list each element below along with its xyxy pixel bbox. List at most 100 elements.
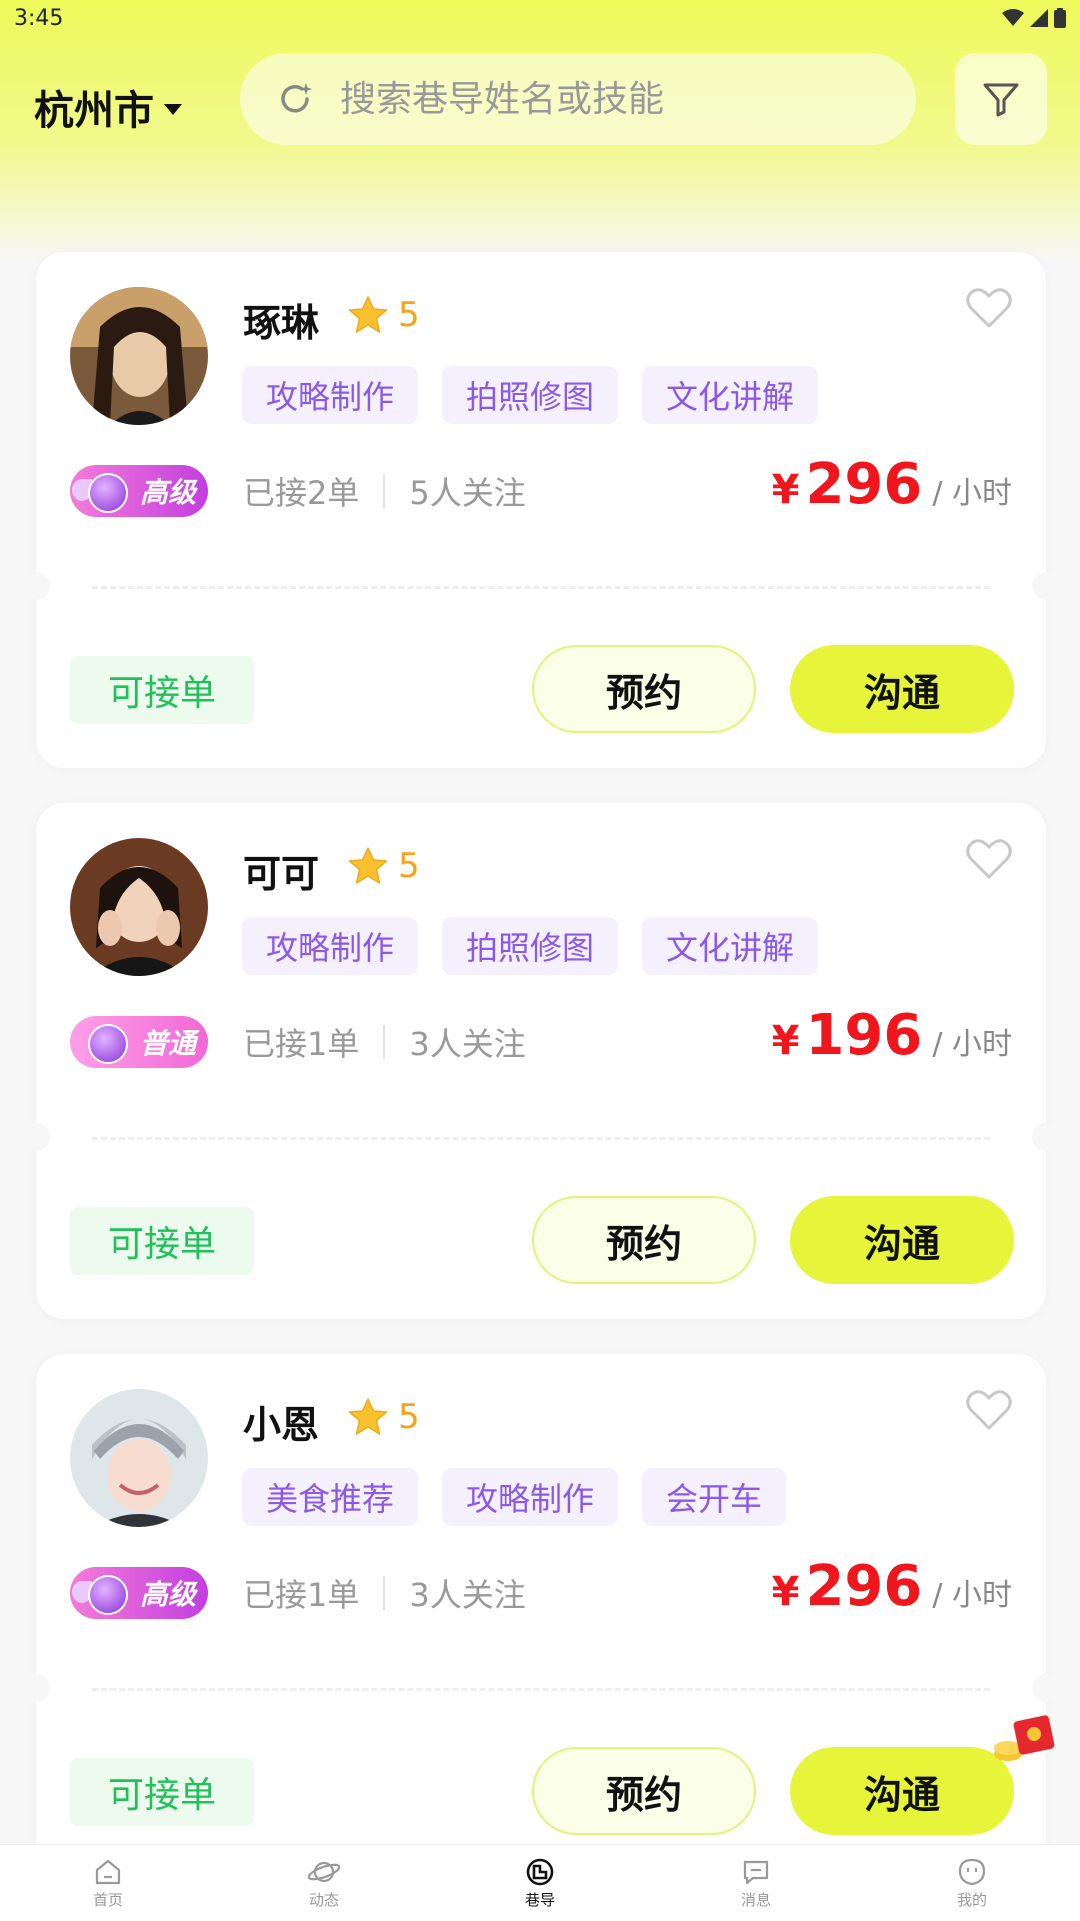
- level-label: 高级: [139, 1578, 196, 1611]
- guide-list: 琢琳 5 攻略制作 拍照修图 文化讲解 高级 已接2单 5人关注 ¥ 296 /…: [22, 252, 1060, 1905]
- tab-label: 动态: [308, 1890, 339, 1909]
- price-unit: / 小时: [932, 476, 1012, 511]
- search-bar[interactable]: [240, 53, 916, 145]
- chat-button[interactable]: 沟通: [790, 1747, 1014, 1835]
- price-unit: / 小时: [932, 1578, 1012, 1613]
- book-button[interactable]: 预约: [532, 645, 756, 733]
- red-packet-icon[interactable]: [992, 1714, 1056, 1766]
- skill-tag: 拍照修图: [442, 917, 619, 975]
- guide-rating: 5: [348, 846, 420, 886]
- search-input[interactable]: [338, 77, 862, 121]
- guide-stats: 已接2单 5人关注: [243, 468, 526, 514]
- star-icon: [348, 1398, 388, 1435]
- status-time: 3:45: [14, 6, 64, 31]
- rating-value: 5: [398, 295, 420, 335]
- message-icon: [743, 1860, 769, 1884]
- guide-stats: 已接1单 3人关注: [243, 1019, 526, 1065]
- price-unit: / 小时: [932, 1027, 1012, 1062]
- status-bar: 3:45: [0, 0, 1080, 36]
- card-notch: [22, 1674, 50, 1702]
- skill-tag: 拍照修图: [442, 366, 619, 424]
- gem-icon: [88, 1024, 128, 1064]
- avatar[interactable]: [70, 1389, 208, 1527]
- card-notch: [22, 572, 50, 600]
- wifi-icon: [1002, 9, 1024, 26]
- city-selector[interactable]: 杭州市: [34, 78, 182, 136]
- order-count: 已接2单: [243, 474, 360, 512]
- guide-card[interactable]: 琢琳 5 攻略制作 拍照修图 文化讲解 高级 已接2单 5人关注 ¥ 296 /…: [22, 252, 1060, 768]
- skill-tags: 攻略制作 拍照修图 文化讲解: [242, 366, 819, 424]
- chat-button[interactable]: 沟通: [790, 1196, 1014, 1284]
- tab-profile[interactable]: 我的: [864, 1845, 1080, 1921]
- gem-icon: [88, 1575, 128, 1615]
- book-button[interactable]: 预约: [532, 1747, 756, 1835]
- guide-card[interactable]: 小恩 5 美食推荐 攻略制作 会开车 高级 已接1单 3人关注 ¥ 296 / …: [22, 1354, 1060, 1870]
- chat-button[interactable]: 沟通: [790, 645, 1014, 733]
- dashed-divider: [92, 1137, 990, 1140]
- planet-icon: [307, 1861, 341, 1882]
- guide-name: 小恩: [243, 1403, 320, 1447]
- skill-tag: 文化讲解: [642, 366, 819, 424]
- availability-badge: 可接单: [70, 656, 254, 724]
- guide-card[interactable]: 可可 5 攻略制作 拍照修图 文化讲解 普通 已接1单 3人关注 ¥ 196 /…: [22, 803, 1060, 1319]
- order-count: 已接1单: [243, 1025, 360, 1063]
- bottom-tab-bar: 首页 动态 巷导 消息 我的: [0, 1844, 1080, 1921]
- card-notch: [22, 1123, 50, 1151]
- level-badge: 高级: [70, 1567, 208, 1619]
- guide-rating: 5: [348, 295, 420, 335]
- card-notch: [1032, 572, 1060, 600]
- skill-tag: 攻略制作: [242, 917, 419, 975]
- divider: [383, 1576, 386, 1610]
- guide-icon: [526, 1858, 554, 1885]
- heart-icon[interactable]: [966, 287, 1012, 333]
- currency-symbol: ¥: [771, 1569, 800, 1615]
- skill-tag: 会开车: [642, 1468, 787, 1526]
- profile-icon: [958, 1858, 986, 1885]
- star-icon: [348, 847, 388, 884]
- guide-name: 琢琳: [243, 301, 320, 345]
- avatar[interactable]: [70, 287, 208, 425]
- price: ¥ 196 / 小时: [772, 1003, 1012, 1068]
- price: ¥ 296 / 小时: [772, 1554, 1012, 1619]
- card-notch: [1032, 1123, 1060, 1151]
- price-amount: 196: [805, 1003, 923, 1068]
- rating-value: 5: [398, 846, 420, 886]
- price: ¥ 296 / 小时: [772, 452, 1012, 517]
- avatar[interactable]: [70, 838, 208, 976]
- follower-count: 3人关注: [409, 1576, 526, 1614]
- currency-symbol: ¥: [771, 1018, 800, 1064]
- skill-tag: 文化讲解: [642, 917, 819, 975]
- tab-messages[interactable]: 消息: [648, 1845, 864, 1921]
- skill-tag: 美食推荐: [242, 1468, 419, 1526]
- tab-home[interactable]: 首页: [0, 1845, 216, 1921]
- search-icon: [274, 77, 318, 121]
- signal-icon: [1030, 9, 1048, 27]
- gem-icon: [88, 473, 128, 513]
- card-notch: [1032, 1674, 1060, 1702]
- heart-icon[interactable]: [966, 838, 1012, 884]
- book-button[interactable]: 预约: [532, 1196, 756, 1284]
- tab-label: 巷导: [524, 1890, 555, 1909]
- skill-tag: 攻略制作: [242, 366, 419, 424]
- level-label: 普通: [139, 1027, 196, 1060]
- order-count: 已接1单: [243, 1576, 360, 1614]
- guide-stats: 已接1单 3人关注: [243, 1570, 526, 1616]
- battery-icon: [1054, 8, 1066, 28]
- tab-guide[interactable]: 巷导: [432, 1845, 648, 1921]
- skill-tag: 攻略制作: [442, 1468, 619, 1526]
- divider: [383, 474, 386, 508]
- heart-icon[interactable]: [966, 1389, 1012, 1435]
- guide-name: 可可: [243, 852, 320, 896]
- divider: [383, 1025, 386, 1059]
- availability-badge: 可接单: [70, 1758, 254, 1826]
- tab-label: 首页: [92, 1890, 123, 1909]
- city-name: 杭州市: [34, 88, 154, 134]
- price-amount: 296: [805, 452, 923, 517]
- status-icons: [1002, 8, 1066, 28]
- rating-value: 5: [398, 1397, 420, 1437]
- level-badge: 高级: [70, 465, 208, 517]
- filter-button[interactable]: [955, 53, 1047, 145]
- filter-icon: [983, 83, 1019, 117]
- tab-moments[interactable]: 动态: [216, 1845, 432, 1921]
- guide-rating: 5: [348, 1397, 420, 1437]
